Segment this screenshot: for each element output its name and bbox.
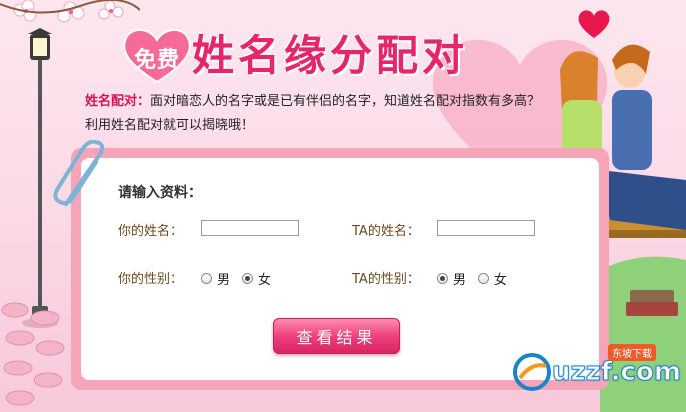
your-gender-radio-group: 男 女 [201,269,283,288]
page: 免费 姓名缘分配对 姓名配对：面对暗恋人的名字或是已有伴侣的名字，知道姓名配对指… [0,0,686,412]
page-title: 姓名缘分配对 [192,31,469,80]
watermark-text: uzzf.com [552,357,682,388]
ta-gender-female-radio[interactable] [478,273,490,284]
description: 姓名配对：面对暗恋人的名字或是已有伴侣的名字，知道姓名配对指数有多高？ 利用姓名… [85,90,605,138]
view-result-button[interactable]: 查看结果 [273,318,400,354]
ground-decoration [1,302,65,406]
your-gender-label: 你的性别： [118,272,184,287]
ta-name-label: TA的姓名： [352,224,420,239]
ta-name-input[interactable] [437,220,535,236]
watermark-logo-icon [513,353,551,391]
description-line-1: 姓名配对：面对暗恋人的名字或是已有伴侣的名字，知道姓名配对指数有多高？ [85,90,605,114]
flower-icon [0,0,140,23]
your-name-label: 你的姓名： [118,224,184,239]
description-text-1: 面对暗恋人的名字或是已有伴侣的名字，知道姓名配对指数有多高？ [150,94,541,109]
watermark-tag: 东坡下载 [608,344,656,361]
your-gender-female-label[interactable]: 女 [258,269,271,288]
ta-gender-radio-group: 男 女 [437,269,519,288]
ta-gender-male-radio[interactable] [437,273,448,284]
description-line-2: 利用姓名配对就可以揭晓哦！ [85,118,255,133]
your-gender-female-radio[interactable] [242,273,254,284]
form-heading: 请输入资料： [118,185,202,201]
watermark: uzzf.com 东坡下载 [512,344,682,392]
your-gender-male-radio[interactable] [201,273,212,284]
title-heart-icon [123,29,191,84]
description-lead: 姓名配对： [85,94,151,109]
ta-gender-label: TA的性别： [352,272,420,287]
ta-gender-male-label[interactable]: 男 [453,269,466,288]
your-name-input[interactable] [201,220,299,236]
paperclip-icon [53,140,105,206]
your-gender-male-label[interactable]: 男 [217,269,230,288]
ta-gender-female-label[interactable]: 女 [494,269,507,288]
